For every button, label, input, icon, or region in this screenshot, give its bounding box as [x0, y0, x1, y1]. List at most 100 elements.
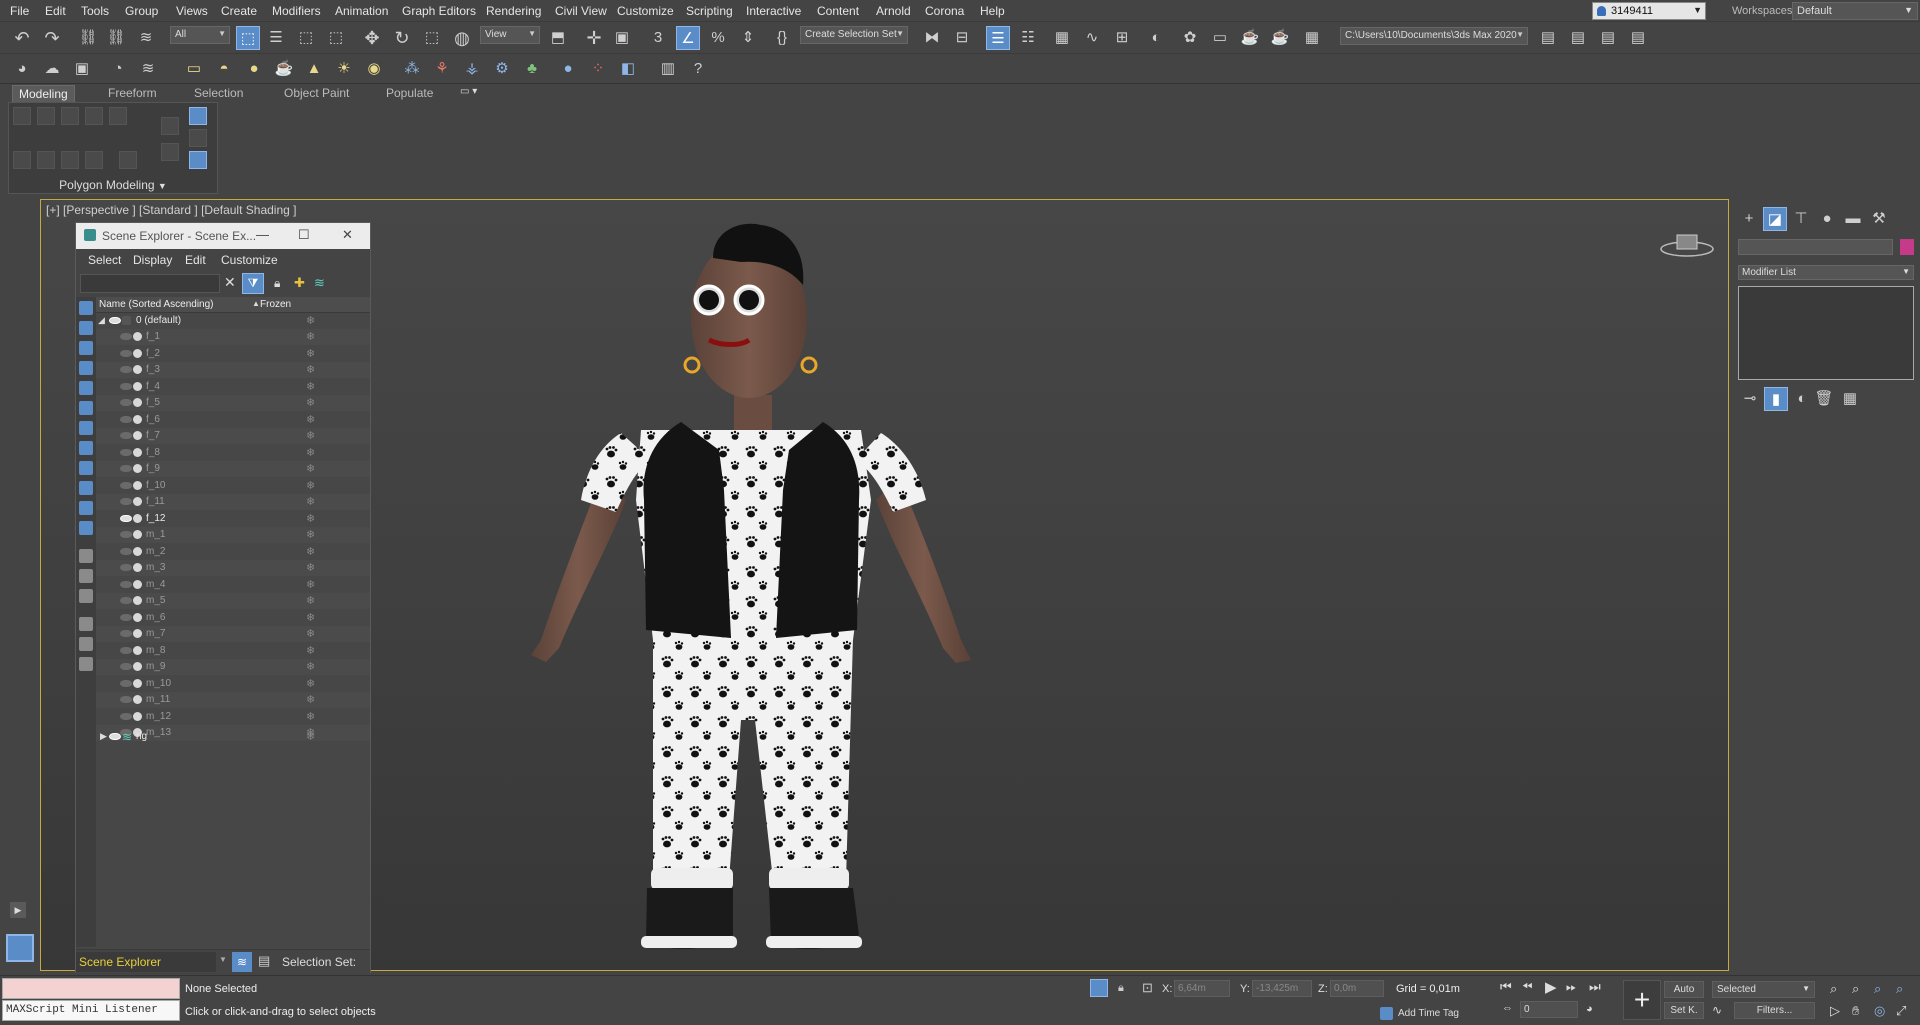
schematic-view-icon[interactable]: ⊞ — [1110, 26, 1134, 50]
menu-corona[interactable]: Corona — [925, 4, 964, 18]
material-map-icon[interactable]: ⁘ — [586, 57, 610, 81]
visibility-eye-icon[interactable] — [120, 465, 132, 472]
create-shapes-icon[interactable]: ☁ — [40, 57, 64, 81]
rendered-frame-window-icon[interactable]: ▭ — [1208, 26, 1232, 50]
maxscript-input[interactable]: MAXScript Mini Listener — [2, 1000, 180, 1021]
zoom-extents-all-icon[interactable]: ⌕ — [1896, 981, 1903, 997]
reference-coordinate-select[interactable]: View ▼ — [480, 26, 540, 44]
pivot-center-icon[interactable]: ⬒ — [546, 26, 570, 50]
freeze-icon[interactable]: ❄ — [306, 578, 315, 591]
visibility-eye-icon[interactable] — [120, 564, 132, 571]
se-menu-edit[interactable]: Edit — [185, 253, 206, 267]
window-crossing-icon[interactable]: ⬚ — [324, 26, 348, 50]
select-manipulate-icon[interactable]: ✛ — [582, 26, 606, 50]
freeze-icon[interactable]: ❄ — [306, 730, 315, 743]
list-item[interactable]: f_4 ❄ — [96, 379, 370, 395]
se-menu-display[interactable]: Display — [133, 253, 172, 267]
freeze-icon[interactable]: ❄ — [306, 693, 315, 706]
list-item[interactable]: m_5 ❄ — [96, 593, 370, 609]
new-layer-icon[interactable]: ✚ — [294, 275, 305, 291]
current-frame-field[interactable]: 0 — [1520, 1001, 1578, 1018]
visibility-eye-icon[interactable] — [120, 646, 132, 654]
visibility-eye-icon[interactable] — [120, 630, 132, 637]
filter-icon[interactable]: ⧩ — [242, 273, 264, 294]
named-selection-set-select[interactable]: Create Selection Set ▼ — [800, 26, 908, 44]
toggle-scene-explorer-icon[interactable]: ☰ — [986, 26, 1010, 50]
freeze-icon[interactable]: ❄ — [306, 347, 315, 360]
filter-xrefs-icon[interactable] — [79, 441, 93, 455]
scene-explorer-titlebar[interactable]: Scene Explorer - Scene Ex... — ☐ ✕ — [76, 223, 370, 249]
select-move-icon[interactable]: ✥ — [360, 26, 384, 50]
set-key-button[interactable]: Set K. — [1664, 1002, 1704, 1019]
add-key-icon[interactable]: + — [1623, 980, 1661, 1020]
freeze-icon[interactable]: ❄ — [306, 528, 315, 541]
key-tangent-icon[interactable]: ∿ — [1712, 1003, 1722, 1017]
zoom-extents-icon[interactable]: ⌕ — [1874, 981, 1881, 997]
list-item[interactable]: m_4 ❄ — [96, 577, 370, 593]
visibility-eye-icon[interactable] — [120, 448, 132, 456]
gear-icon[interactable]: ⚙ — [490, 57, 514, 81]
object-color-swatch[interactable] — [1900, 239, 1914, 255]
visibility-eye-icon[interactable] — [120, 399, 132, 406]
ribbon-panel-label[interactable]: Polygon Modeling ▼ — [8, 178, 218, 192]
field-of-view-icon[interactable]: ▷ — [1830, 1003, 1840, 1019]
object-name-input[interactable] — [1738, 239, 1893, 255]
menu-scripting[interactable]: Scripting — [686, 4, 733, 18]
bookmark-icon[interactable] — [79, 657, 93, 671]
minimize-icon[interactable]: — — [256, 227, 269, 242]
visibility-eye-icon[interactable] — [120, 349, 132, 357]
freeze-icon[interactable]: ❄ — [306, 561, 315, 574]
list-item[interactable]: m_7 ❄ — [96, 626, 370, 642]
visibility-eye-icon[interactable] — [120, 531, 132, 538]
freeze-icon[interactable]: ❄ — [306, 413, 315, 426]
remove-modifier-icon[interactable]: 🗑︎ — [1812, 387, 1836, 411]
layer-row-rig[interactable]: ▶ ≋ rig ❄ — [96, 729, 370, 745]
visibility-eye-icon[interactable] — [120, 333, 132, 340]
find-icon[interactable] — [79, 617, 93, 631]
sun-light-icon[interactable]: ☀ — [332, 57, 356, 81]
freeze-icon[interactable]: ❄ — [306, 710, 315, 723]
filter-space-warps-icon[interactable] — [79, 401, 93, 415]
filter-containers-icon[interactable] — [79, 481, 93, 495]
foliage-icon[interactable]: ♣ — [520, 57, 544, 81]
visibility-eye-icon[interactable] — [120, 547, 132, 555]
freeze-icon[interactable]: ❄ — [306, 660, 315, 673]
menu-group[interactable]: Group — [125, 4, 158, 18]
element-mode-icon[interactable] — [109, 107, 127, 125]
display-invert-icon[interactable] — [79, 589, 93, 603]
freeze-icon[interactable]: ❄ — [306, 429, 315, 442]
sphere-primitive-icon[interactable]: ● — [242, 57, 266, 81]
go-to-end-icon[interactable]: ⏭ — [1589, 979, 1601, 995]
swift-loop-icon[interactable] — [119, 151, 137, 169]
workspace-select[interactable]: Default ▼ — [1792, 2, 1918, 20]
modifier-stack[interactable] — [1738, 286, 1914, 380]
select-object-icon[interactable]: ⬚ — [236, 26, 260, 50]
render-active-shade-icon[interactable]: ▦ — [1300, 26, 1324, 50]
expand-arrow-icon[interactable]: ▶ — [100, 731, 107, 742]
modify-mode-icon[interactable] — [161, 117, 179, 135]
polygon-mode-icon[interactable] — [85, 107, 103, 125]
freeze-icon[interactable]: ❄ — [306, 396, 315, 409]
menu-tools[interactable]: Tools — [81, 4, 109, 18]
x-coordinate-field[interactable]: 6,64m — [1174, 980, 1230, 997]
visibility-eye-icon[interactable] — [120, 613, 132, 621]
spinner-snap-icon[interactable]: ⇕ — [736, 26, 760, 50]
tab-freeform[interactable]: Freeform — [102, 85, 163, 102]
make-unique-icon[interactable]: ◐ — [1790, 387, 1814, 411]
list-item[interactable]: m_9 ❄ — [96, 659, 370, 675]
modify-tab-icon[interactable]: ◪ — [1763, 207, 1787, 231]
edit-mode-icon[interactable] — [161, 143, 179, 161]
snapshot-icon[interactable]: ≋ — [136, 57, 160, 81]
layer-row-default[interactable]: ◢ 0 (default) ❄ — [96, 313, 370, 329]
angle-snap-icon[interactable]: ∠ — [676, 26, 700, 50]
selection-filter-select[interactable]: All ▼ — [170, 26, 230, 44]
freeze-icon[interactable]: ❄ — [306, 545, 315, 558]
filter-groups-icon[interactable] — [79, 421, 93, 435]
rectangular-selection-icon[interactable]: ⬚ — [294, 26, 318, 50]
list-item[interactable]: f_8 ❄ — [96, 445, 370, 461]
list-item[interactable]: m_1 ❄ — [96, 527, 370, 543]
expand-layouts-icon[interactable]: ▶ — [10, 902, 26, 918]
layer-mode-icon[interactable]: ≋ — [232, 952, 252, 972]
freeze-icon[interactable]: ❄ — [306, 330, 315, 343]
next-frame-icon[interactable]: ⏩︎ — [1566, 979, 1576, 995]
